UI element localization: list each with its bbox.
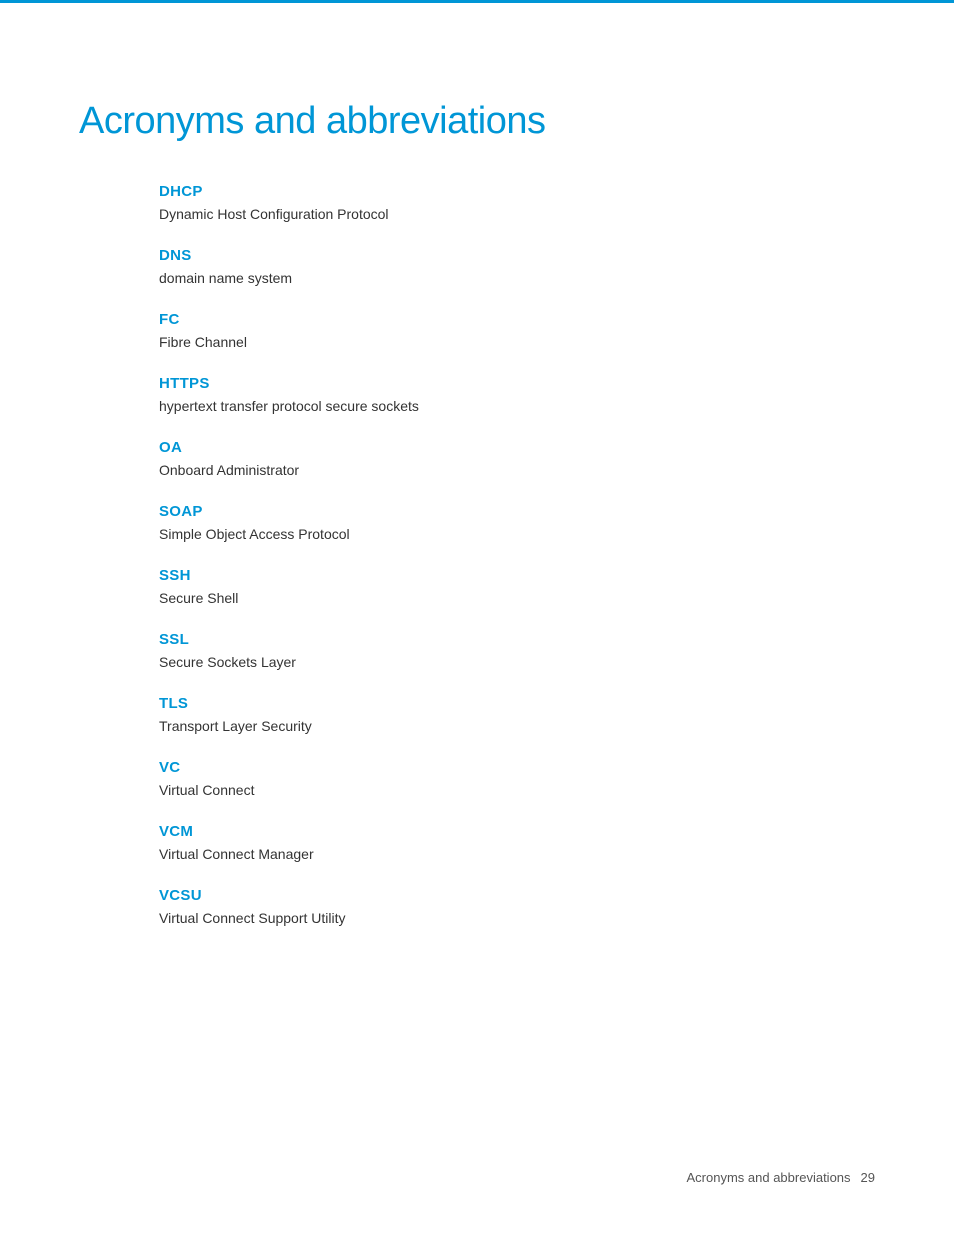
acronym-term: VC	[159, 759, 875, 776]
acronym-definition: Transport Layer Security	[159, 716, 875, 737]
acronym-term: SSL	[159, 631, 875, 648]
acronym-term: HTTPS	[159, 375, 875, 392]
acronym-term: DNS	[159, 247, 875, 264]
acronym-term: OA	[159, 439, 875, 456]
acronym-term: VCM	[159, 823, 875, 840]
list-item: FC Fibre Channel	[159, 311, 875, 353]
acronym-definition: Onboard Administrator	[159, 460, 875, 481]
acronym-definition: Fibre Channel	[159, 332, 875, 353]
list-item: TLS Transport Layer Security	[159, 695, 875, 737]
list-item: VCM Virtual Connect Manager	[159, 823, 875, 865]
list-item: DHCP Dynamic Host Configuration Protocol	[159, 183, 875, 225]
page-footer: Acronyms and abbreviations 29	[687, 1170, 876, 1185]
acronym-definition: Dynamic Host Configuration Protocol	[159, 204, 875, 225]
acronym-term: FC	[159, 311, 875, 328]
acronym-definition: Virtual Connect	[159, 780, 875, 801]
acronym-definition: hypertext transfer protocol secure socke…	[159, 396, 875, 417]
top-border-line	[0, 0, 954, 3]
footer-page-number: 29	[861, 1170, 875, 1185]
acronym-list: DHCPDynamic Host Configuration ProtocolD…	[159, 183, 875, 929]
acronym-definition: domain name system	[159, 268, 875, 289]
acronym-term: SSH	[159, 567, 875, 584]
list-item: VCSU Virtual Connect Support Utility	[159, 887, 875, 929]
list-item: SSL Secure Sockets Layer	[159, 631, 875, 673]
acronym-definition: Secure Shell	[159, 588, 875, 609]
list-item: SSH Secure Shell	[159, 567, 875, 609]
list-item: OA Onboard Administrator	[159, 439, 875, 481]
page-title: Acronyms and abbreviations	[79, 100, 875, 143]
acronym-term: SOAP	[159, 503, 875, 520]
acronym-definition: Secure Sockets Layer	[159, 652, 875, 673]
list-item: SOAP Simple Object Access Protocol	[159, 503, 875, 545]
acronym-definition: Virtual Connect Support Utility	[159, 908, 875, 929]
footer-label: Acronyms and abbreviations	[687, 1170, 851, 1185]
acronym-definition: Simple Object Access Protocol	[159, 524, 875, 545]
list-item: DNS domain name system	[159, 247, 875, 289]
page-container: Acronyms and abbreviations DHCP Dynamic H…	[0, 0, 954, 1235]
list-item: HTTPS hypertext transfer protocol secure …	[159, 375, 875, 417]
acronym-term: VCSU	[159, 887, 875, 904]
acronym-term: TLS	[159, 695, 875, 712]
acronym-definition: Virtual Connect Manager	[159, 844, 875, 865]
acronym-term: DHCP	[159, 183, 875, 200]
list-item: VC Virtual Connect	[159, 759, 875, 801]
